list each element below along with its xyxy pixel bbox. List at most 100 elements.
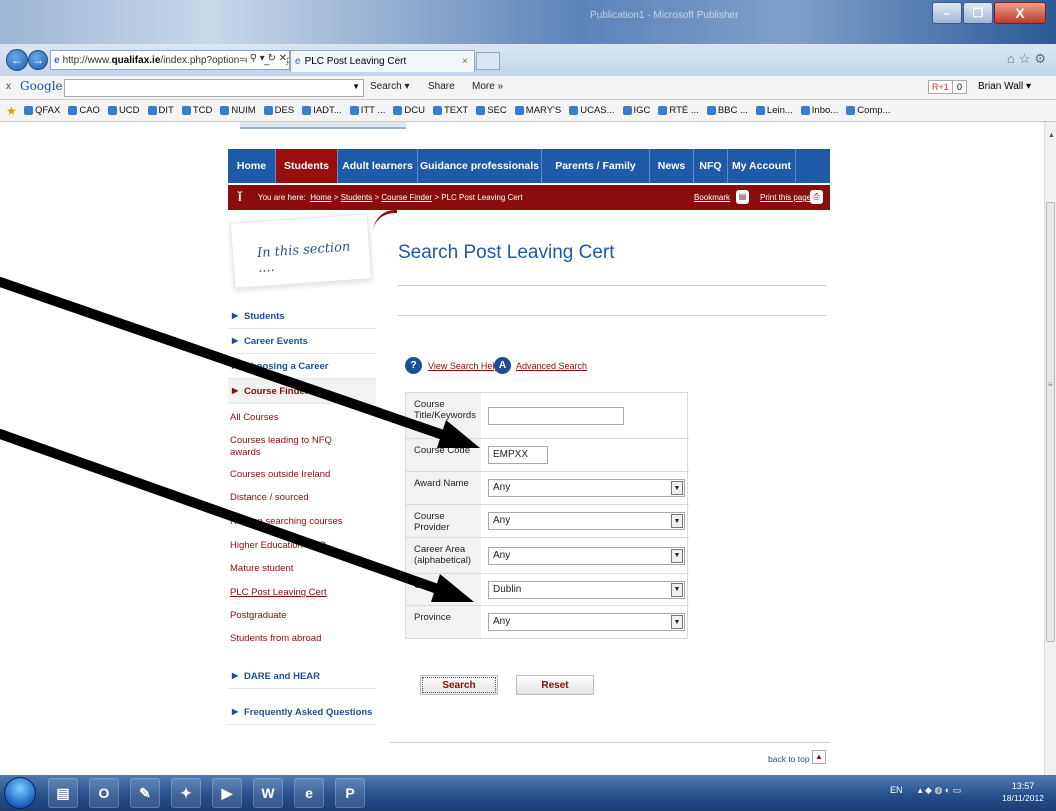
advanced-search-icon[interactable]: A [494, 357, 511, 374]
bookmark-icon[interactable]: ▤ [736, 190, 749, 204]
favorite-link[interactable]: NUIM [220, 105, 256, 116]
advanced-search-link[interactable]: Advanced Search [516, 361, 587, 371]
favorite-link[interactable]: TCD [181, 105, 212, 116]
breadcrumb-students[interactable]: Students [341, 193, 373, 202]
nav-tab-news[interactable]: News [650, 149, 694, 183]
sidebar-item[interactable]: ▶ Course Finder [228, 379, 376, 404]
bookmark-link[interactable]: Bookmark [694, 193, 730, 202]
sidebar-subitem[interactable]: All Courses [230, 412, 376, 423]
home-favorites-tools-icons[interactable]: ⌂☆⚙ [1007, 51, 1050, 67]
breadcrumb-course-finder[interactable]: Course Finder [381, 193, 432, 202]
nav-tab-students[interactable]: Students [276, 149, 338, 183]
county-select[interactable]: Dublin ▼ [488, 580, 685, 599]
course-provider-select[interactable]: Any ▼ [488, 512, 685, 530]
favorite-link[interactable]: Comp... [846, 105, 890, 116]
favorite-link[interactable]: UCAS... [569, 105, 615, 116]
career-area-alphabetical-select[interactable]: Any ▼ [488, 546, 685, 565]
more-button[interactable]: More » [472, 81, 503, 92]
taskbar-publisher-icon[interactable]: P [335, 778, 365, 808]
taskbar-ie-icon[interactable]: e [294, 778, 324, 808]
back-to-top-icon[interactable]: ▲ [812, 750, 826, 764]
taskbar-cursor-icon[interactable]: ▶ [212, 778, 242, 808]
sidebar-item[interactable]: ▶ Students [228, 304, 376, 329]
favorite-link[interactable]: QFAX [24, 105, 60, 116]
sidebar-subitem[interactable]: Help on searching courses [230, 516, 376, 527]
forward-button[interactable]: → [28, 50, 48, 70]
sidebar-subitem[interactable]: Students from abroad [230, 633, 376, 644]
breadcrumb-home[interactable]: Home [310, 193, 331, 202]
nav-tab-adult-learners[interactable]: Adult learners [338, 149, 418, 183]
google-search-button[interactable]: Search ▾ [370, 81, 409, 92]
new-tab-button[interactable] [476, 52, 500, 70]
favorite-link[interactable]: SEC [476, 105, 507, 116]
share-button[interactable]: Share [428, 81, 455, 92]
taskbar-outlook-icon[interactable]: O [89, 778, 119, 808]
favorite-link[interactable]: DIT [147, 105, 174, 116]
favorite-link[interactable]: MARY'S [514, 105, 561, 116]
favorite-link[interactable]: IGC [622, 105, 650, 116]
back-to-top-link[interactable]: back to top [768, 754, 810, 764]
tray-language[interactable]: EN [890, 785, 903, 795]
province-select[interactable]: Any ▼ [488, 613, 685, 631]
print-icon[interactable]: ⎙ [810, 190, 823, 204]
sidebar-item[interactable]: ▶ DARE and HEAR [228, 664, 376, 689]
chevron-down-icon[interactable]: ▼ [671, 548, 683, 563]
keywords-input[interactable] [488, 406, 624, 425]
clock[interactable]: 13:57 18/11/2012 [1002, 780, 1044, 804]
scroll-up-icon[interactable]: ▲ [1048, 132, 1055, 139]
sidebar-subitem[interactable]: Courses leading to NFQ awards [230, 435, 350, 459]
sidebar-subitem[interactable]: Courses outside Ireland [230, 469, 376, 480]
google-search-input[interactable]: ▼ [64, 79, 364, 97]
chevron-down-icon[interactable]: ▼ [352, 82, 360, 91]
sidebar-subitem[interactable]: Mature student [230, 563, 376, 574]
favorite-link[interactable]: UCD [107, 105, 140, 116]
sidebar-subitem[interactable]: Higher Education CAO [230, 540, 376, 551]
help-icon[interactable]: ? [405, 357, 422, 374]
sidebar-subitem[interactable]: Postgraduate [230, 610, 376, 621]
favorites-star-icon[interactable]: ★ [6, 104, 17, 118]
sidebar-item[interactable]: ▶ Career Events [228, 329, 376, 354]
sidebar-subitem[interactable]: Distance / sourced [230, 492, 376, 503]
reset-button[interactable]: Reset [516, 675, 594, 695]
address-bar[interactable]: e http://www. qualifax.ie/index.php?optio… [50, 50, 290, 70]
taskbar-folder-icon[interactable]: ▤ [48, 778, 78, 808]
maximize-button[interactable]: ❐ [963, 2, 993, 24]
view-search-help-link[interactable]: View Search Help [428, 361, 499, 371]
nav-tab-parents-family[interactable]: Parents / Family [542, 149, 650, 183]
address-controls[interactable]: ⚲ ▾ ↻ ✕ [246, 53, 287, 64]
start-button[interactable] [4, 777, 36, 809]
favorite-link[interactable]: DES [263, 105, 294, 116]
print-link[interactable]: Print this page [760, 193, 811, 202]
close-window-button[interactable]: X [994, 2, 1046, 24]
chevron-down-icon[interactable]: ▼ [671, 481, 683, 495]
browser-tab[interactable]: e PLC Post Leaving Cert × [290, 50, 475, 72]
favorite-link[interactable]: CAO [68, 105, 100, 116]
favorite-link[interactable]: Inbo... [800, 105, 838, 116]
award-name-select[interactable]: Any ▼ [488, 479, 685, 497]
chevron-down-icon[interactable]: ▼ [671, 514, 683, 528]
favorite-link[interactable]: RTÉ ... [658, 105, 699, 116]
nav-tab-home[interactable]: Home [228, 149, 276, 183]
taskbar-network-icon[interactable]: ✦ [171, 778, 201, 808]
favorite-link[interactable]: BBC ... [706, 105, 748, 116]
user-menu[interactable]: Brian Wall ▾ [978, 81, 1031, 92]
favorite-link[interactable]: DCU [393, 105, 425, 116]
nav-tab-guidance-professionals[interactable]: Guidance professionals [418, 149, 542, 183]
chevron-down-icon[interactable]: ▼ [671, 582, 683, 597]
favorite-link[interactable]: IADT... [302, 105, 342, 116]
course-code-input[interactable]: EMPXX [488, 446, 548, 464]
taskbar-word-icon[interactable]: W [253, 778, 283, 808]
tray-icons[interactable]: ▴ ◆ ◍ ◐ ▭ [918, 785, 961, 796]
nav-tab-nfq[interactable]: NFQ [694, 149, 728, 183]
toolbar-close-icon[interactable]: x [6, 81, 11, 92]
vertical-scrollbar[interactable]: ▲ ≡ [1044, 122, 1056, 775]
back-button[interactable]: ← [6, 49, 28, 71]
taskbar-paint-icon[interactable]: ✎ [130, 778, 160, 808]
sidebar-item[interactable]: ▶ Choosing a Career [228, 354, 376, 379]
search-button[interactable]: Search [420, 675, 498, 695]
sidebar-subitem[interactable]: PLC Post Leaving Cert [230, 587, 376, 598]
sidebar-item[interactable]: ▶ Frequently Asked Questions [228, 700, 376, 725]
favorite-link[interactable]: Lein... [755, 105, 793, 116]
minimize-button[interactable]: – [932, 2, 962, 24]
chevron-down-icon[interactable]: ▼ [671, 615, 683, 629]
